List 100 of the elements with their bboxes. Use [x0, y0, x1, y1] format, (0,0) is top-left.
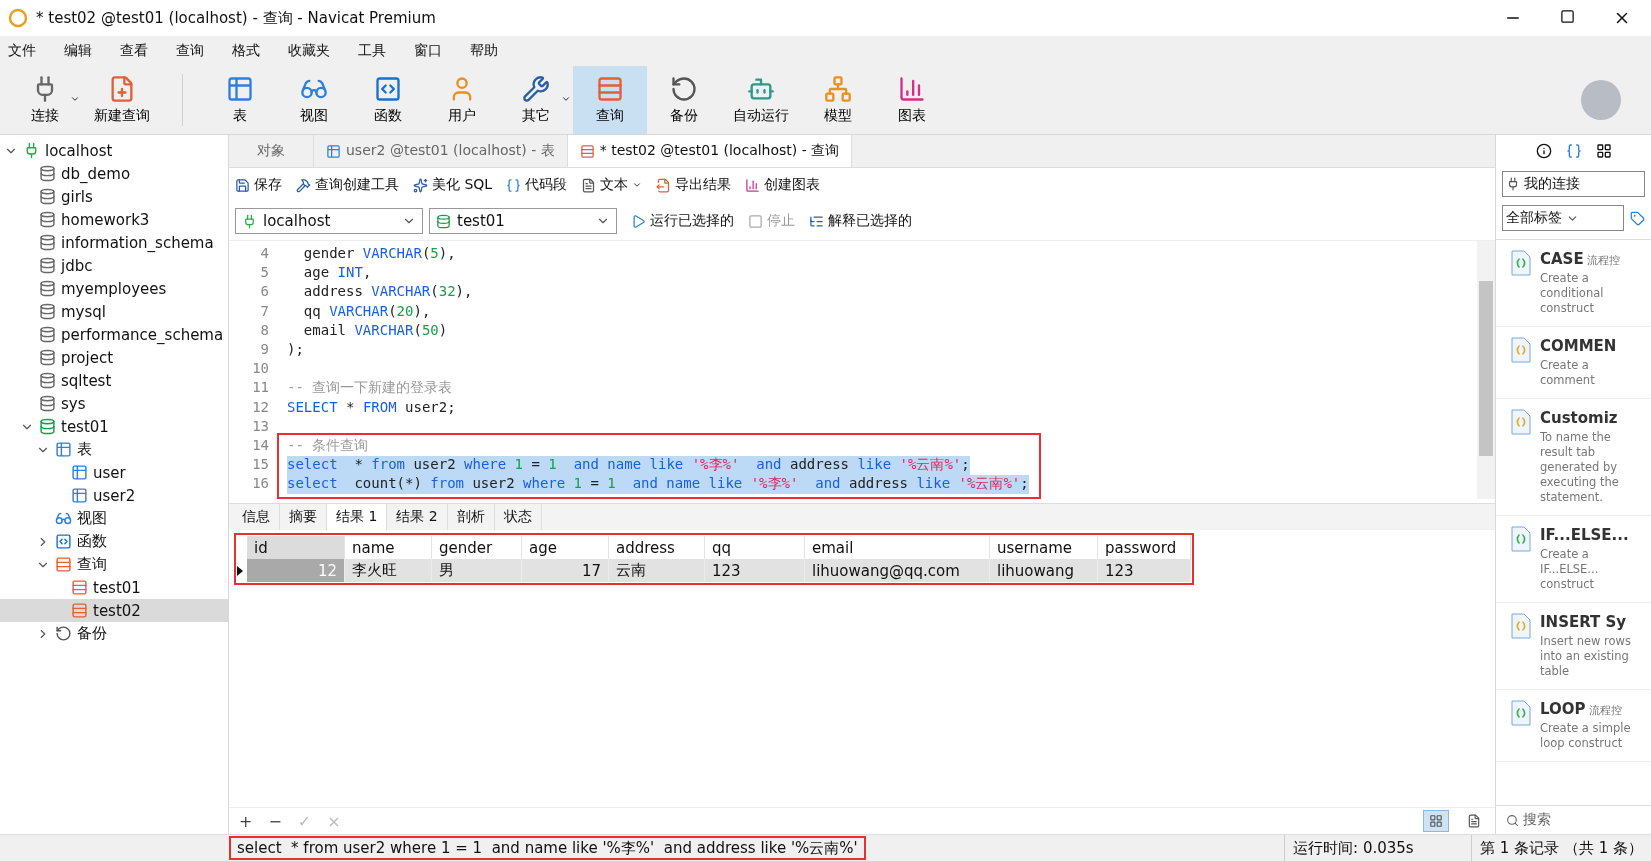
toolbar-button[interactable]: 新建查询	[82, 66, 162, 134]
toolbar-button[interactable]: 其它	[499, 66, 573, 134]
toolbar-button[interactable]: 表	[203, 66, 277, 134]
toolbar-button[interactable]: 函数	[351, 66, 425, 134]
toolbar-button[interactable]: 视图	[277, 66, 351, 134]
tree-item[interactable]: test01	[0, 415, 228, 438]
model-icon	[824, 75, 852, 103]
toolbar-button[interactable]: 图表	[875, 66, 949, 134]
toolbar-button[interactable]: 代码段	[506, 176, 568, 194]
toolbar-button[interactable]: 导出结果	[656, 176, 732, 194]
tab[interactable]: * test02 @test01 (localhost) - 查询	[567, 135, 853, 167]
result-tab[interactable]: 结果 1	[327, 504, 388, 530]
column-header[interactable]: id	[247, 536, 345, 559]
tree-item[interactable]: homework3	[0, 208, 228, 231]
snippet-description: Insert new rows into an existing table	[1540, 634, 1632, 679]
grid-icon[interactable]	[1595, 143, 1612, 159]
braces-icon[interactable]	[1565, 143, 1582, 159]
grid-action-button[interactable]: +	[237, 811, 255, 831]
sparkle-icon	[413, 177, 428, 193]
tree-item[interactable]: user2	[0, 484, 228, 507]
tree-item[interactable]: sqltest	[0, 369, 228, 392]
snippet-item[interactable]: CASE 流程控 Create a conditional construct	[1496, 240, 1651, 327]
query-icon	[71, 579, 88, 596]
toolbar-button[interactable]: 备份	[647, 66, 721, 134]
tree-item[interactable]: user	[0, 461, 228, 484]
tree-item[interactable]: performance_schema	[0, 323, 228, 346]
tree-item[interactable]: 表	[0, 438, 228, 461]
tree-item[interactable]: information_schema	[0, 231, 228, 254]
scrollbar[interactable]	[1477, 241, 1495, 499]
menu-item[interactable]: 编辑	[50, 42, 106, 60]
toolbar-button[interactable]: 查询	[573, 66, 647, 134]
tree-item[interactable]: 查询	[0, 553, 228, 576]
document-icon	[581, 177, 597, 193]
toolbar-button[interactable]: 保存	[235, 176, 282, 194]
connection-icon	[242, 213, 257, 229]
result-tab[interactable]: 信息	[233, 504, 280, 530]
menu-item[interactable]: 收藏夹	[274, 42, 344, 60]
menu-item[interactable]: 格式	[218, 42, 274, 60]
toolbar-button[interactable]: 美化 SQL	[413, 176, 493, 194]
tree-item[interactable]: localhost	[0, 139, 228, 162]
snippet-title: CASE	[1540, 250, 1584, 268]
connection-filter[interactable]: 我的连接	[1502, 171, 1645, 197]
menu-item[interactable]: 查询	[162, 42, 218, 60]
action-button[interactable]: 解释已选择的	[809, 212, 912, 230]
menu-item[interactable]: 帮助	[456, 42, 512, 60]
checkbox-icon	[748, 213, 763, 229]
grid-action-button[interactable]: −	[266, 811, 284, 831]
tag-add-icon[interactable]	[1630, 210, 1645, 226]
info-icon[interactable]	[1535, 143, 1552, 159]
database-select[interactable]: test01	[429, 208, 617, 234]
action-button[interactable]: 运行已选择的	[631, 212, 734, 230]
tree-item[interactable]: test02	[0, 599, 228, 622]
connection-select[interactable]: localhost	[235, 208, 423, 234]
table-cell: 123	[705, 559, 805, 582]
maximize-icon[interactable]	[1560, 9, 1575, 24]
tag-filter[interactable]: 全部标签	[1502, 205, 1624, 231]
code-line: email VARCHAR(50)	[302, 321, 448, 340]
snippet-item[interactable]: LOOP 流程控 Create a simple loop construct	[1496, 690, 1651, 762]
menu-item[interactable]: 查看	[106, 42, 162, 60]
toolbar-button[interactable]: 文本	[581, 176, 643, 194]
query-icon	[596, 75, 624, 103]
database-icon	[436, 213, 451, 229]
snippet-item[interactable]: Customiz To name the result tab generated by executing the statement.	[1496, 399, 1651, 516]
toolbar-button[interactable]: 自动运行	[721, 66, 801, 134]
line-number: 9	[259, 340, 270, 359]
toolbar-button[interactable]: 创建图表	[745, 176, 821, 194]
result-tab[interactable]: 状态	[494, 504, 542, 530]
tree-item[interactable]: 视图	[0, 507, 228, 530]
toolbar-button[interactable]: 用户	[425, 66, 499, 134]
snippet-file-icon	[1510, 250, 1532, 276]
database-icon	[39, 280, 56, 297]
tree-item[interactable]: sys	[0, 392, 228, 415]
chart-icon	[898, 75, 926, 103]
tree-item[interactable]: project	[0, 346, 228, 369]
toolbar-button[interactable]: 模型	[801, 66, 875, 134]
toolbar-button[interactable]: 连接	[8, 66, 82, 134]
snippet-item[interactable]: COMMEN Create a comment	[1496, 327, 1651, 399]
snippet-item[interactable]: IF...ELSE... Create a IF...ELSE... construct	[1496, 516, 1651, 603]
code-line: -- 条件查询	[287, 436, 369, 455]
table-cell: 17	[522, 559, 609, 582]
tree-item[interactable]: db_demo	[0, 162, 228, 185]
toolbar-button[interactable]: 查询创建工具	[296, 176, 399, 194]
tree-item[interactable]: jdbc	[0, 254, 228, 277]
menu-item[interactable]: 文件	[0, 42, 50, 60]
view-mode-button[interactable]	[1423, 810, 1449, 832]
menu-item[interactable]: 窗口	[400, 42, 456, 60]
backup-icon	[670, 75, 698, 103]
tree-icon	[809, 213, 824, 229]
tree-item[interactable]: 备份	[0, 622, 228, 645]
result-tab[interactable]: 剖析	[447, 504, 495, 530]
snippet-file-icon	[1510, 700, 1532, 726]
tree-item[interactable]: myemployees	[0, 277, 228, 300]
tree-item[interactable]: test01	[0, 576, 228, 599]
result-tab[interactable]: 结果 2	[387, 504, 448, 530]
tree-item[interactable]: girls	[0, 185, 228, 208]
tree-item[interactable]: 函数	[0, 530, 228, 553]
menu-item[interactable]: 工具	[344, 42, 400, 60]
snippet-item[interactable]: INSERT Sy Insert new rows into an existing table	[1496, 603, 1651, 690]
tree-item[interactable]: mysql	[0, 300, 228, 323]
database-icon	[39, 418, 56, 435]
